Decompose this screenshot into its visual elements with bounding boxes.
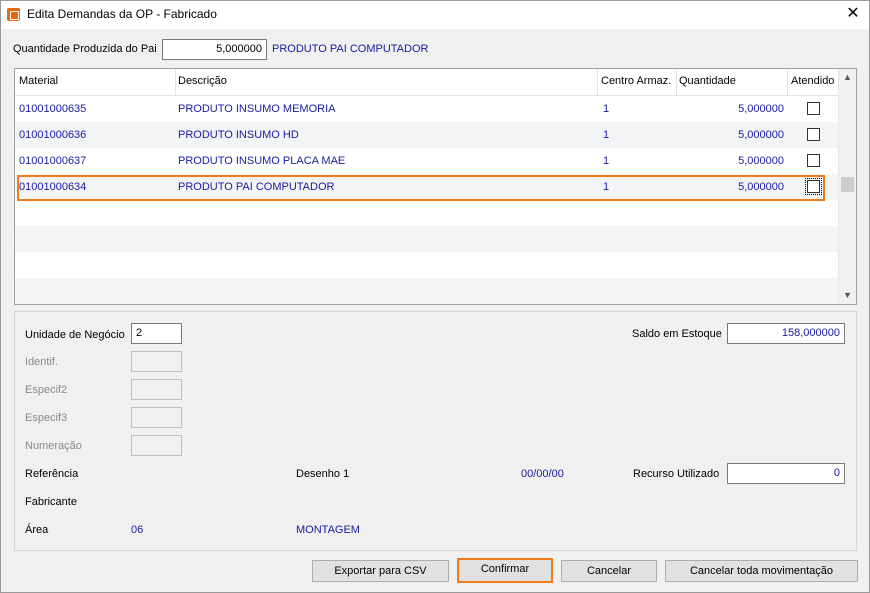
material-cell: 01001000635 [19,103,87,115]
confirm-button[interactable]: Confirmar [457,558,553,583]
quantidade-cell: 5,000000 [738,103,784,115]
export-csv-button[interactable]: Exportar para CSV [312,560,449,582]
details-panel [14,311,857,551]
date-value: 00/00/00 [521,468,564,480]
close-icon[interactable]: ✕ [845,4,861,24]
col-centro-armaz[interactable]: Centro Armaz. [601,75,671,87]
title-bar: Edita Demandas da OP - Fabricado ✕ [1,1,869,29]
fabricante-label: Fabricante [25,496,77,508]
saldo-field[interactable]: 158,000000 [727,323,845,344]
identif-label: Identif. [25,356,59,368]
empty-row [15,226,838,252]
atendido-checkbox[interactable] [807,154,820,167]
desenho-label: Desenho 1 [296,468,350,480]
numeracao-label: Numeração [25,440,82,452]
demands-grid: Material Descrição Centro Armaz. Quantid… [14,68,857,305]
table-row[interactable]: 01001000637 PRODUTO INSUMO PLACA MAE 1 5… [15,148,838,174]
scroll-thumb[interactable] [841,177,854,192]
app-logo-icon [7,8,20,21]
quantidade-cell: 5,000000 [738,155,784,167]
dialog-window: Edita Demandas da OP - Fabricado ✕ Quant… [0,0,870,593]
material-cell: 01001000636 [19,129,87,141]
centro-cell: 1 [603,103,610,115]
window-title: Edita Demandas da OP - Fabricado [27,7,217,21]
empty-row [15,278,838,304]
grid-scrollbar[interactable]: ▲ ▼ [838,69,856,304]
table-row[interactable]: 01001000635 PRODUTO INSUMO MEMORIA 1 5,0… [15,96,838,122]
numeracao-field [131,435,182,456]
descricao-cell: PRODUTO INSUMO PLACA MAE [178,155,346,167]
area-code: 06 [131,524,144,536]
especif2-field [131,379,182,400]
referencia-label: Referência [25,468,79,480]
empty-row [15,200,838,226]
table-row-selected[interactable]: 01001000634 PRODUTO PAI COMPUTADOR 1 5,0… [15,174,838,200]
unidade-field[interactable]: 2 [131,323,182,344]
col-atendido[interactable]: Atendido [791,75,834,87]
atendido-checkbox[interactable] [807,128,820,141]
recurso-label: Recurso Utilizado [633,468,720,480]
centro-cell: 1 [603,129,610,141]
parent-product-name: PRODUTO PAI COMPUTADOR [272,43,429,55]
descricao-cell: PRODUTO INSUMO MEMORIA [178,103,336,115]
col-material[interactable]: Material [19,75,58,87]
descricao-cell: PRODUTO PAI COMPUTADOR [178,181,335,193]
centro-cell: 1 [603,155,610,167]
identif-field [131,351,182,372]
scroll-up-icon[interactable]: ▲ [839,69,856,86]
atendido-checkbox[interactable] [805,178,822,195]
recurso-field[interactable]: 0 [727,463,845,484]
unidade-label: Unidade de Negócio [25,329,125,341]
grid-header: Material Descrição Centro Armaz. Quantid… [15,69,838,96]
col-descricao[interactable]: Descrição [178,75,227,87]
area-label: Área [25,524,49,536]
scroll-down-icon[interactable]: ▼ [839,287,856,304]
table-row[interactable]: 01001000636 PRODUTO INSUMO HD 1 5,000000 [15,122,838,148]
especif3-label: Especif3 [25,412,68,424]
empty-row [15,252,838,278]
col-quantidade[interactable]: Quantidade [679,75,736,87]
cancel-button[interactable]: Cancelar [561,560,657,582]
material-cell: 01001000634 [19,181,87,193]
material-cell: 01001000637 [19,155,87,167]
centro-cell: 1 [603,181,610,193]
quantidade-cell: 5,000000 [738,129,784,141]
qty-produced-field[interactable]: 5,000000 [162,39,267,60]
area-name: MONTAGEM [296,524,360,536]
quantidade-cell: 5,000000 [738,181,784,193]
descricao-cell: PRODUTO INSUMO HD [178,129,299,141]
qty-produced-label: Quantidade Produzida do Pai [13,43,157,55]
especif2-label: Especif2 [25,384,68,396]
atendido-checkbox[interactable] [807,102,820,115]
saldo-label: Saldo em Estoque [632,328,722,340]
especif3-field [131,407,182,428]
cancel-all-button[interactable]: Cancelar toda movimentação [665,560,858,582]
